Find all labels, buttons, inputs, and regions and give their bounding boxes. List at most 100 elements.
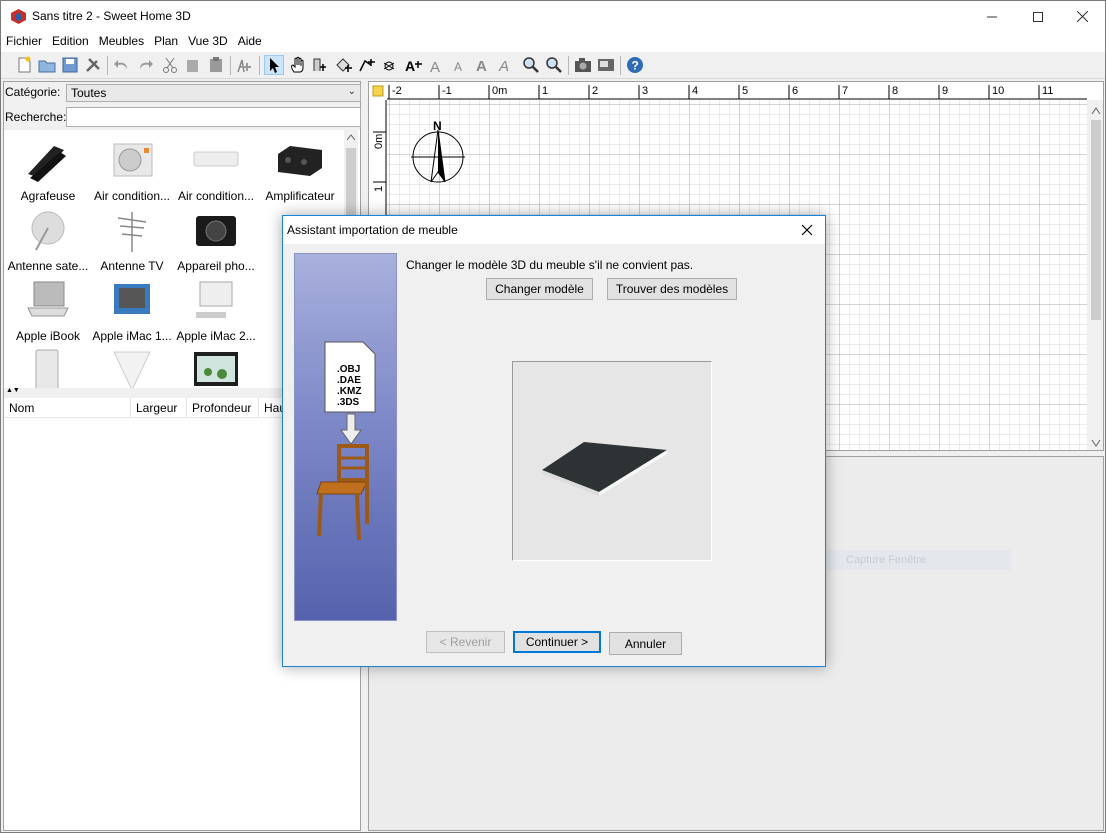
imac2-icon: [196, 281, 233, 318]
menu-bar: Fichier Edition Meubles Plan Vue 3D Aide: [1, 32, 1105, 52]
catalog-item[interactable]: Apple iMac 1...: [88, 276, 176, 346]
undo-button[interactable]: [112, 55, 132, 75]
catalog-item[interactable]: Antenne TV: [88, 206, 176, 276]
toolbar-separator: [620, 56, 621, 75]
ruler-x-label: 0m: [492, 85, 507, 97]
italic-icon: A: [498, 58, 509, 75]
catalog-item-label: Air condition...: [177, 189, 255, 203]
video-button[interactable]: [596, 55, 616, 75]
category-select[interactable]: Toutes ⌄: [66, 84, 361, 102]
find-models-button[interactable]: Trouver des modèles: [607, 278, 737, 300]
change-model-button[interactable]: Changer modèle: [486, 278, 593, 300]
catalog-item-label: Apple iMac 2...: [176, 329, 256, 343]
ruler-x-label: 2: [592, 85, 598, 97]
column-largeur[interactable]: Largeur: [131, 398, 187, 418]
add-furniture-button[interactable]: [235, 55, 255, 75]
select-button[interactable]: [264, 55, 284, 75]
dialog-close-icon[interactable]: [797, 220, 817, 240]
stapler-icon: [28, 146, 66, 182]
create-dimensions-button[interactable]: [380, 55, 400, 75]
catalog-item[interactable]: Apple iBook: [4, 276, 92, 346]
catalog-item[interactable]: [88, 346, 176, 388]
catalog-item[interactable]: [4, 346, 92, 388]
model-3d-preview: [542, 442, 667, 496]
undo-icon: [114, 60, 127, 69]
bold-button[interactable]: A: [473, 55, 493, 75]
catalog-item-label: Amplificateur: [265, 189, 335, 203]
paste-button[interactable]: [206, 55, 226, 75]
plan-corner-icon: [372, 85, 384, 97]
main-window: Sans titre 2 - Sweet Home 3D Fichier Edi…: [0, 0, 1106, 833]
add-furniture-icon: [237, 59, 251, 73]
create-polylines-button[interactable]: [357, 55, 377, 75]
svg-text:A: A: [498, 58, 509, 75]
close-button[interactable]: [1059, 1, 1105, 32]
zoom-in-button[interactable]: [521, 55, 541, 75]
splitter-arrows-icon[interactable]: ▲▼: [6, 387, 20, 394]
menu-fichier[interactable]: Fichier: [1, 32, 47, 52]
help-button[interactable]: ?: [625, 55, 645, 75]
maximize-button[interactable]: [1015, 1, 1061, 32]
category-label: Catégorie:: [5, 85, 61, 99]
search-label: Recherche:: [5, 110, 67, 124]
ghost-overlay-text: Capture Fenêtre: [816, 550, 1011, 570]
create-labels-button[interactable]: A: [403, 55, 423, 75]
column-nom[interactable]: Nom: [4, 398, 131, 418]
aquarium-icon: [194, 352, 238, 386]
column-profondeur[interactable]: Profondeur: [187, 398, 259, 418]
air-conditioner-indoor-icon: [193, 151, 239, 167]
redo-button[interactable]: [135, 55, 155, 75]
increase-text-icon: A: [430, 59, 440, 76]
menu-aide[interactable]: Aide: [233, 32, 267, 52]
minimize-icon: [987, 16, 997, 17]
photo-button[interactable]: [573, 55, 593, 75]
model-preview[interactable]: [512, 361, 712, 561]
continue-button[interactable]: Continuer >: [513, 631, 601, 653]
open-button[interactable]: [37, 55, 57, 75]
title-bar: Sans titre 2 - Sweet Home 3D: [1, 1, 1105, 32]
plan-scrollbar-thumb[interactable]: [1091, 120, 1101, 320]
save-button[interactable]: [60, 55, 80, 75]
format-kmz: .KMZ: [337, 386, 361, 397]
toolbar-separator: [259, 56, 260, 75]
toolbar: A A A A A ?: [1, 52, 1105, 79]
close-icon: [1076, 11, 1088, 22]
decrease-text-button[interactable]: A: [450, 55, 470, 75]
italic-button[interactable]: A: [496, 55, 516, 75]
create-polylines-icon: [359, 59, 375, 72]
search-input[interactable]: [66, 107, 361, 127]
preferences-button[interactable]: [83, 55, 103, 75]
menu-plan[interactable]: Plan: [149, 32, 183, 52]
toolbar-separator: [107, 56, 108, 75]
photo-icon: [575, 58, 591, 72]
menu-vue-3d[interactable]: Vue 3D: [183, 32, 233, 52]
catalog-item[interactable]: Antenne sate...: [4, 206, 92, 276]
create-walls-button[interactable]: [311, 55, 331, 75]
catalog-item[interactable]: Air condition...: [88, 136, 176, 206]
minimize-button[interactable]: [969, 1, 1015, 32]
new-icon: [18, 56, 31, 73]
catalog-item[interactable]: Apple iMac 2...: [172, 276, 260, 346]
svg-text:A: A: [405, 58, 415, 74]
cone-lamp-icon: [113, 351, 151, 388]
increase-text-button[interactable]: A: [427, 55, 447, 76]
catalog-item[interactable]: Agrafeuse: [4, 136, 92, 206]
catalog-item[interactable]: [172, 346, 260, 388]
menu-meubles[interactable]: Meubles: [94, 32, 149, 52]
catalog-item[interactable]: Amplificateur: [256, 136, 344, 206]
menu-edition[interactable]: Edition: [47, 32, 94, 52]
maximize-icon: [1033, 11, 1043, 22]
cut-button[interactable]: [160, 55, 180, 75]
ruler-x-label: 6: [792, 85, 798, 97]
zoom-out-button[interactable]: [544, 55, 564, 75]
pan-button[interactable]: [288, 55, 308, 75]
toolbar-separator: [230, 56, 231, 75]
new-button[interactable]: [14, 55, 34, 75]
catalog-item[interactable]: Appareil pho...: [172, 206, 260, 276]
create-rooms-button[interactable]: [334, 55, 354, 75]
copy-button[interactable]: [183, 55, 203, 75]
back-button[interactable]: < Revenir: [426, 631, 505, 653]
decrease-text-icon: A: [454, 60, 462, 74]
cancel-button[interactable]: Annuler: [609, 632, 682, 655]
catalog-item[interactable]: Air condition...: [172, 136, 260, 206]
